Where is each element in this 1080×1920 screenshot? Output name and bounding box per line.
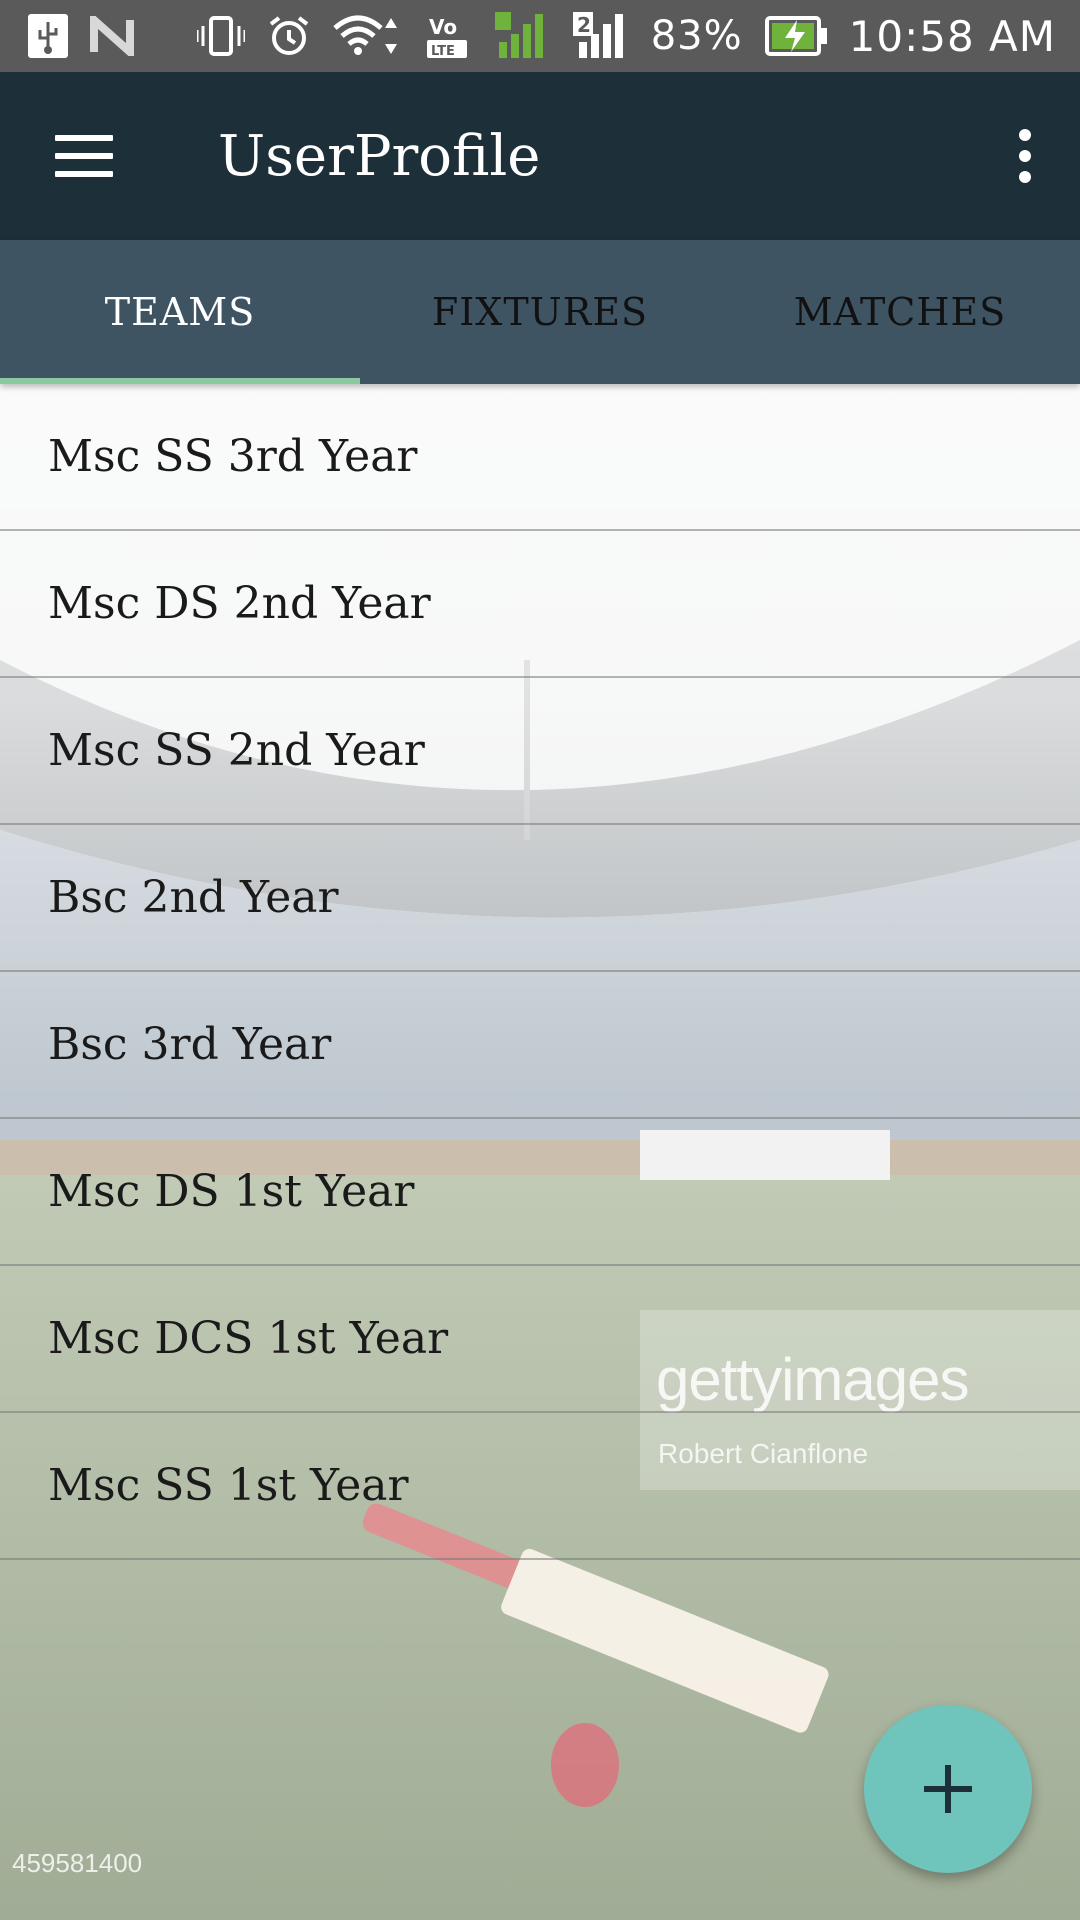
page-title: UserProfile (218, 123, 541, 189)
more-vert-icon[interactable] (970, 72, 1080, 240)
app-bar: UserProfile (0, 72, 1080, 240)
tab-fixtures[interactable]: FIXTURES (360, 240, 720, 384)
list-item[interactable]: Msc SS 2nd Year (0, 678, 1080, 825)
signal-sim1-icon (494, 12, 551, 60)
wifi-icon (333, 12, 403, 60)
svg-text:Vo: Vo (429, 15, 457, 39)
hamburger-menu-icon[interactable] (0, 72, 168, 240)
tab-matches[interactable]: MATCHES (720, 240, 1080, 384)
signal-sim2-icon: 2 (572, 12, 629, 60)
clock: 10:58 AM (848, 11, 1056, 61)
status-right-icons: Vo LTE 2 83% 10:58 AM (196, 11, 1056, 61)
list-item[interactable]: Bsc 3rd Year (0, 972, 1080, 1119)
list-item[interactable]: Msc DS 1st Year (0, 1119, 1080, 1266)
list-item[interactable]: Msc SS 1st Year (0, 1413, 1080, 1560)
vibrate-icon (196, 12, 245, 60)
list-item[interactable]: Bsc 2nd Year (0, 825, 1080, 972)
add-team-button[interactable] (864, 1705, 1032, 1873)
team-list: Msc SS 3rd Year Msc DS 2nd Year Msc SS 2… (0, 384, 1080, 1560)
svg-text:LTE: LTE (431, 44, 455, 59)
battery-percent: 83% (650, 13, 743, 59)
volte-icon: Vo LTE (425, 12, 473, 60)
status-left-icons (28, 12, 134, 60)
watermark-id: 459581400 (12, 1848, 143, 1878)
status-bar: Vo LTE 2 83% 10:58 AM (0, 0, 1080, 72)
tab-teams[interactable]: TEAMS (0, 240, 360, 384)
battery-charging-icon (764, 12, 827, 60)
add-icon (924, 1765, 972, 1813)
usb-icon (28, 12, 68, 60)
tab-bar: TEAMS FIXTURES MATCHES (0, 240, 1080, 384)
nfc-icon (90, 12, 134, 60)
list-item[interactable]: Msc SS 3rd Year (0, 384, 1080, 531)
svg-text:2: 2 (577, 13, 591, 37)
list-item[interactable]: Msc DS 2nd Year (0, 531, 1080, 678)
alarm-icon (267, 12, 311, 60)
list-item[interactable]: Msc DCS 1st Year (0, 1266, 1080, 1413)
